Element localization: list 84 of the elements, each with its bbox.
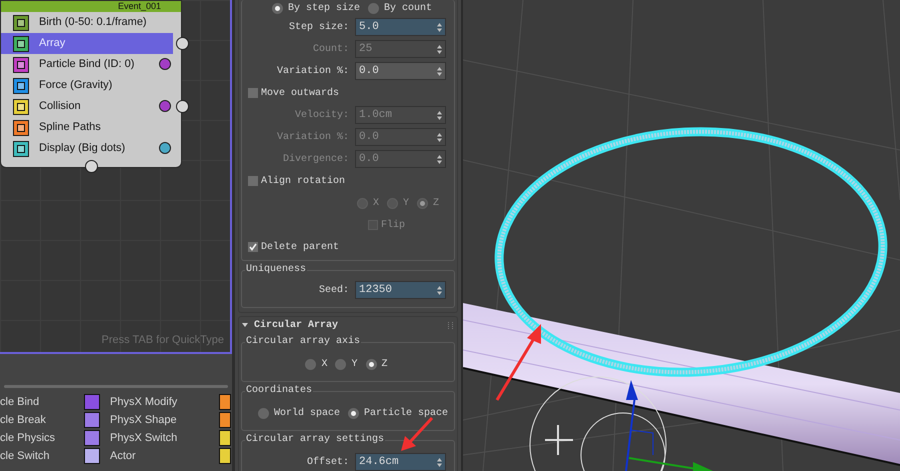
checkbox-label: Move outwards	[261, 86, 340, 100]
operator-item[interactable]: Birth (0-50: 0.1/frame)	[1, 12, 173, 33]
rollout-header[interactable]: Circular Array	[239, 317, 457, 333]
grip-icon	[448, 322, 453, 328]
operator-icon	[219, 430, 231, 446]
rollout-title: Circular Array	[254, 318, 338, 332]
radio-button[interactable]	[305, 358, 316, 370]
operator-item[interactable]: Array	[1, 33, 173, 54]
radio-label: Particle space	[364, 406, 448, 420]
field-label: Step size:	[288, 20, 349, 34]
radio-label: Z	[382, 358, 388, 372]
scrollbar[interactable]	[4, 385, 228, 388]
spinner-icon[interactable]	[437, 22, 442, 32]
radio-label: By count	[384, 2, 432, 16]
depot-item[interactable]: Actor	[110, 448, 210, 464]
field-label: Count:	[312, 42, 349, 56]
checkbox[interactable]	[248, 176, 258, 186]
radio-label: X	[372, 196, 379, 210]
radio-label: World space	[274, 406, 340, 420]
depot-item[interactable]: cle Switch	[0, 448, 84, 464]
group-title: Circular array axis	[245, 336, 362, 348]
radio-button[interactable]	[348, 408, 360, 418]
operator-icon	[84, 394, 100, 410]
operator-icon	[219, 448, 231, 464]
number-field[interactable]: 12350	[355, 281, 446, 299]
operator-icon	[13, 140, 29, 156]
field-label: Variation %:	[276, 64, 349, 78]
field-label: Divergence:	[282, 152, 349, 166]
radio-button[interactable]	[368, 2, 380, 14]
radio-button[interactable]	[335, 358, 346, 370]
number-field[interactable]: 24.6cm	[355, 453, 446, 471]
output-port[interactable]	[176, 37, 189, 50]
radio-button[interactable]	[258, 408, 269, 418]
operator-icon	[219, 412, 231, 428]
checkbox-label: Flip	[381, 218, 406, 232]
group-title: Uniqueness	[245, 264, 308, 276]
checkbox-label: Align rotation	[261, 174, 346, 188]
operator-icon	[13, 98, 29, 114]
operator-icon	[84, 412, 100, 428]
field-label: Seed:	[318, 284, 349, 298]
spinner-icon[interactable]	[437, 286, 442, 294]
operator-icon	[13, 56, 29, 72]
depot-item[interactable]: PhysX Shape	[110, 412, 210, 428]
operator-icon	[13, 14, 29, 30]
operator-item[interactable]: Collision	[1, 96, 173, 117]
depot-item[interactable]: cle Bind	[0, 394, 84, 410]
checkbox-label: Delete parent	[261, 240, 340, 254]
radio-button[interactable]	[366, 358, 376, 370]
radio-label: By step size	[288, 2, 360, 16]
spinner-icon[interactable]	[437, 458, 442, 466]
number-field[interactable]: 0.0	[355, 62, 446, 80]
operator-item[interactable]: Display (Big dots)	[1, 138, 173, 159]
field-label: Variation %:	[276, 130, 349, 144]
hint-text: Press TAB for QuickType	[102, 332, 224, 348]
output-port[interactable]	[176, 100, 189, 113]
operator-icon	[13, 36, 29, 52]
field-label: Velocity:	[294, 108, 349, 122]
operator-item[interactable]: Force (Gravity)	[1, 75, 173, 96]
operator-icon	[84, 430, 100, 446]
radio-label: X	[321, 358, 328, 372]
node-port[interactable]	[85, 160, 98, 173]
operator-icon	[13, 120, 29, 136]
spinner-icon[interactable]	[437, 66, 442, 76]
annotation-arrow	[400, 416, 434, 452]
operator-item[interactable]: Spline Paths	[1, 117, 173, 138]
radio-label: Y	[351, 358, 358, 372]
depot-item[interactable]: cle Physics	[0, 430, 84, 446]
depot-item[interactable]: PhysX Switch	[110, 430, 210, 446]
checkbox[interactable]	[248, 88, 258, 98]
operator-icon	[219, 394, 231, 410]
radio-label: Y	[402, 196, 409, 210]
group-title: Circular array settings	[245, 434, 386, 446]
operator-icon	[84, 448, 100, 464]
radio-label: Z	[432, 196, 439, 210]
node-title: Event_001	[1, 1, 181, 12]
field-label: Offset:	[306, 456, 349, 470]
number-field[interactable]: 5.0	[355, 18, 446, 36]
radio-button[interactable]	[272, 2, 283, 14]
collapse-icon[interactable]	[242, 322, 248, 328]
operator-item[interactable]: Particle Bind (ID: 0)	[1, 54, 173, 75]
depot-item[interactable]: cle Break	[0, 412, 84, 428]
operator-icon	[13, 78, 29, 94]
event-node[interactable]: Event_001 Birth (0-50: 0.1/frame) Array Particle Bind (ID: 0) Force (Gravity) Collision Spline Paths Display (Big dots)	[0, 0, 182, 168]
depot-item[interactable]: PhysX Modify	[110, 394, 210, 410]
